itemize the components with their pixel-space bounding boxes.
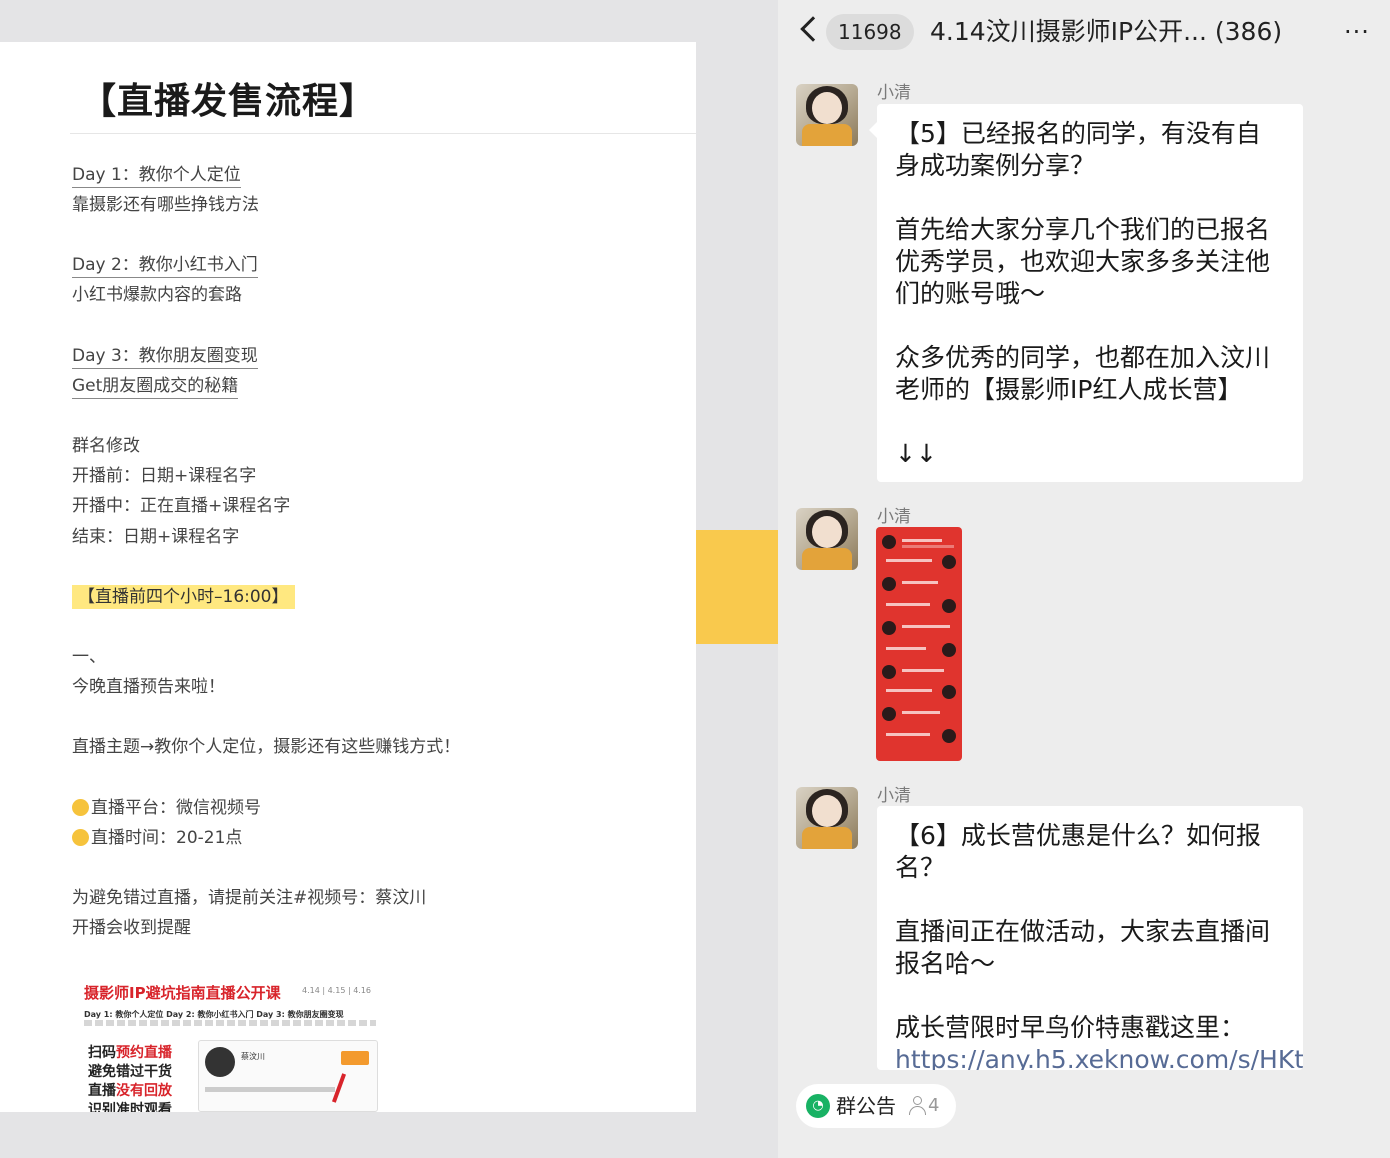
sender-name: 小清 bbox=[877, 786, 911, 806]
poster-title: 摄影师IP避坑指南直播公开课 bbox=[84, 984, 281, 1002]
poster-card-button bbox=[341, 1051, 369, 1065]
avatar[interactable] bbox=[796, 84, 858, 146]
poster-dates: 4.14 | 4.15 | 4.16 bbox=[302, 986, 371, 995]
message-bubble[interactable]: 【5】已经报名的同学，有没有自身成功案例分享？ 首先给大家分享几个我们的已报名优… bbox=[869, 104, 1303, 482]
poster-scan-text: 扫码预约直播 避免错过干货 直播没有回放 识别准时观看 bbox=[88, 1044, 172, 1112]
message-text: 【6】成长营优惠是什么？如何报名？ bbox=[895, 821, 1261, 882]
avatar bbox=[205, 1047, 235, 1077]
poster-days: Day 1: 教你个人定位 Day 2: 教你小红书入门 Day 3: 教你朋友… bbox=[84, 1010, 344, 1019]
message-text: 直播间正在做活动，大家去直播间报名哈～ bbox=[895, 917, 1271, 978]
avatar[interactable] bbox=[796, 508, 858, 570]
day2-desc: 小红书爆款内容的套路 bbox=[72, 285, 242, 305]
poster-fine-print bbox=[84, 1020, 376, 1026]
time-line: 直播时间：20-21点 bbox=[72, 827, 242, 849]
group-rename-end: 结束：日期+课程名字 bbox=[72, 527, 240, 547]
group-rename-during: 开播中：正在直播+课程名字 bbox=[72, 496, 291, 516]
smile-emoji-icon bbox=[72, 829, 89, 846]
topic-line: 直播主题→教你个人定位，摄影还有这些赚钱方式！ bbox=[72, 737, 461, 757]
message-text: 首先给大家分享几个我们的已报名优秀学员，也欢迎大家多多关注他们的账号哦～ bbox=[895, 215, 1271, 308]
sender-name: 小清 bbox=[877, 83, 911, 103]
poster-channel-card: 蔡汶川 bbox=[198, 1040, 378, 1112]
unread-count-badge[interactable]: 11698 bbox=[826, 14, 914, 50]
group-rename-heading: 群名修改 bbox=[72, 436, 140, 456]
doc-title: 【直播发售流程】 bbox=[80, 81, 377, 122]
title-divider bbox=[70, 133, 696, 134]
chat-window: 11698 4.14汶川摄影师IP公开... (386) ··· 小清 【5】已… bbox=[778, 0, 1390, 1158]
highlight-section: 【直播前四个小时–16:00】 bbox=[72, 585, 295, 609]
chat-title: 4.14汶川摄影师IP公开... (386) bbox=[930, 17, 1283, 46]
section-one: 一、 bbox=[72, 647, 106, 667]
day1-desc: 靠摄影还有哪些挣钱方法 bbox=[72, 195, 259, 215]
poster-card-name: 蔡汶川 bbox=[241, 1052, 265, 1061]
user-icon bbox=[908, 1096, 926, 1116]
poster-card-text bbox=[205, 1087, 335, 1092]
day3-desc: Get朋友圈成交的秘籍 bbox=[72, 375, 239, 399]
image-message[interactable] bbox=[876, 527, 962, 761]
message-link-line: 成长营限时早鸟价特惠戳这里：https://any.h5.xeknow.com/… bbox=[895, 1012, 1303, 1070]
smile-emoji-icon bbox=[72, 799, 89, 816]
poster-scan-line: 识别准时观看 bbox=[88, 1102, 172, 1112]
message-text: 【5】已经报名的同学，有没有自身成功案例分享？ bbox=[895, 119, 1261, 180]
day2-heading: Day 2：教你小红书入门 bbox=[72, 254, 258, 278]
message-text: ↓↓ bbox=[895, 439, 937, 468]
chevron-left-icon[interactable] bbox=[800, 16, 826, 42]
follow-line: 为避免错过直播，请提前关注#视频号：蔡汶川 bbox=[72, 888, 427, 908]
poster-scan-line: 扫码预约直播 bbox=[88, 1045, 172, 1061]
avatar[interactable] bbox=[796, 787, 858, 849]
more-dots-icon[interactable]: ··· bbox=[1344, 20, 1376, 44]
announcement-icon: ◔ bbox=[806, 1094, 830, 1118]
day3-heading: Day 3：教你朋友圈变现 bbox=[72, 345, 258, 369]
group-rename-before: 开播前：日期+课程名字 bbox=[72, 466, 257, 486]
message-bubble[interactable]: 【6】成长营优惠是什么？如何报名？ 直播间正在做活动，大家去直播间报名哈～ 成长… bbox=[877, 806, 1303, 1070]
poster-scan-line: 避免错过干货 bbox=[88, 1064, 172, 1080]
reminder-line: 开播会收到提醒 bbox=[72, 918, 191, 938]
group-notice-button[interactable]: ◔ 群公告 4 bbox=[796, 1084, 956, 1128]
preview-line: 今晚直播预告来啦！ bbox=[72, 677, 225, 697]
message-text: 众多优秀的同学，也都在加入汶川老师的【摄影师IP红人成长营】 bbox=[895, 343, 1271, 404]
document-page: 【直播发售流程】 Day 1：教你个人定位 靠摄影还有哪些挣钱方法 Day 2：… bbox=[0, 42, 696, 1112]
signup-link[interactable]: https://any.h5.xeknow.com/s/HKtI8 bbox=[895, 1045, 1303, 1070]
notice-member-count: 4 bbox=[928, 1095, 940, 1116]
group-notice-label: 群公告 bbox=[836, 1094, 896, 1118]
day1-heading: Day 1：教你个人定位 bbox=[72, 164, 241, 188]
chat-header: 11698 4.14汶川摄影师IP公开... (386) ··· bbox=[778, 0, 1390, 64]
platform-line: 直播平台：微信视频号 bbox=[72, 797, 261, 819]
yellow-sticky-block bbox=[696, 530, 778, 644]
poster-scan-line: 直播没有回放 bbox=[88, 1083, 172, 1099]
sender-name: 小清 bbox=[877, 507, 911, 527]
poster-image: 摄影师IP避坑指南直播公开课 4.14 | 4.15 | 4.16 Day 1:… bbox=[78, 976, 386, 1112]
